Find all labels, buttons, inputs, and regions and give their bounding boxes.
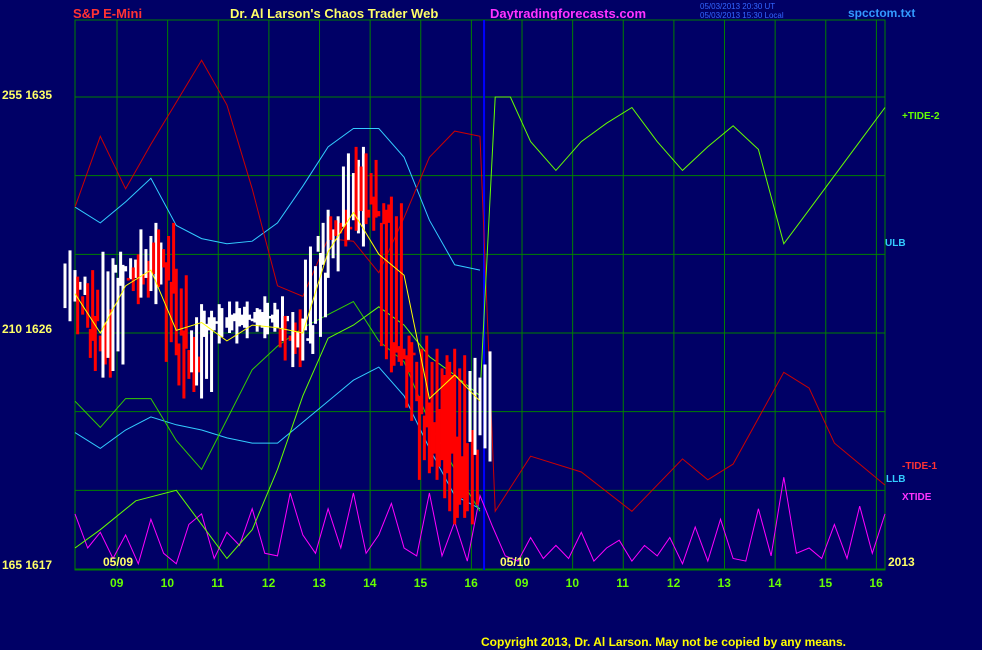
x-tick-label-12: 13 xyxy=(718,576,732,590)
x-tick-label-10: 11 xyxy=(616,576,629,590)
y-label-mid: 210 1626 xyxy=(2,322,52,336)
x-tick-label-3: 12 xyxy=(262,576,276,590)
timestamp-ut: 05/03/2013 20:30 UT xyxy=(700,2,775,11)
label-ulb: ULB xyxy=(885,238,906,249)
symbol-label: S&P E-Mini xyxy=(73,6,142,21)
x-tick-label-7: 16 xyxy=(464,576,478,590)
data-file-label: spcctom.txt xyxy=(848,6,915,20)
y-label-bottom: 165 1617 xyxy=(2,558,52,572)
copyright-notice: Copyright 2013, Dr. Al Larson. May not b… xyxy=(481,635,846,649)
x-tick-label-0: 09 xyxy=(110,576,124,590)
x-tick-label-14: 15 xyxy=(819,576,833,590)
x-tick-label-8: 09 xyxy=(515,576,529,590)
site-link[interactable]: Daytradingforecasts.com xyxy=(490,6,646,21)
x-tick-label-2: 11 xyxy=(211,576,224,590)
x-tick-label-5: 14 xyxy=(363,576,377,590)
year-label: 2013 xyxy=(888,555,915,569)
label-llb: LLB xyxy=(886,474,905,485)
x-tick-label-11: 12 xyxy=(667,576,681,590)
chaos-trader-chart: S&P E-Mini Dr. Al Larson's Chaos Trader … xyxy=(0,0,982,650)
label-xtide: XTIDE xyxy=(902,492,932,503)
chart-title: Dr. Al Larson's Chaos Trader Web xyxy=(230,6,438,21)
label-tide1: -TIDE-1 xyxy=(902,461,937,472)
x-tick-label-6: 15 xyxy=(414,576,428,590)
x-tick-label-1: 10 xyxy=(161,576,175,590)
x-tick-label-4: 13 xyxy=(313,576,327,590)
y-label-top: 255 1635 xyxy=(2,88,52,102)
label-tide2: +TIDE-2 xyxy=(902,111,940,122)
x-tick-label-9: 10 xyxy=(566,576,580,590)
date-label-day1: 05/09 xyxy=(103,555,133,569)
x-tick-label-15: 16 xyxy=(869,576,883,590)
timestamp-local: 05/03/2013 15:30 Local xyxy=(700,11,784,20)
x-tick-label-13: 14 xyxy=(768,576,782,590)
date-label-day2: 05/10 xyxy=(500,555,530,569)
